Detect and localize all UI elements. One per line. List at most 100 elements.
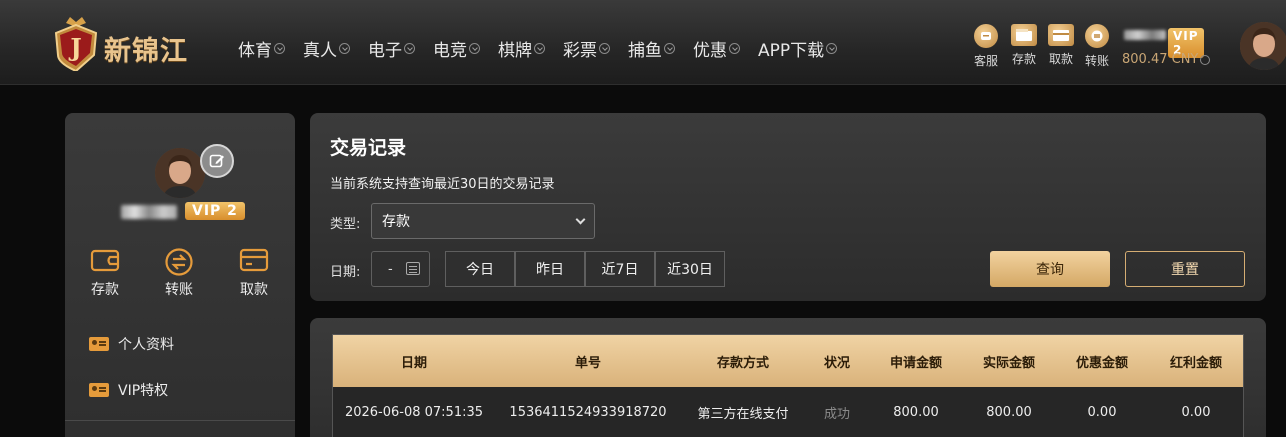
chevron-down-icon (826, 43, 838, 54)
quick-label: 客服 (974, 54, 999, 68)
nav-item-lottery[interactable]: 彩票 (563, 36, 610, 61)
calendar-icon (406, 262, 420, 275)
id-card-icon (89, 337, 109, 351)
chevron-down-icon (469, 43, 480, 54)
table-row: 2026-06-08 07:51:35 1536411524933918720 … (333, 387, 1243, 437)
column-header: 实际金额 (982, 355, 1035, 371)
main-nav: 体育 真人 电子 电竞 棋牌 彩票 捕鱼 优惠 APP下载 (238, 36, 855, 61)
sidebar-action-label: 取款 (240, 282, 268, 298)
nav-item-esports[interactable]: 电竞 (433, 36, 480, 61)
range-7days-button[interactable]: 近7日 (585, 251, 655, 287)
records-table: 日期 单号 存款方式 状况 申请金额 实际金额 优惠金额 红利金额 2026-0… (332, 334, 1244, 437)
avatar-image (155, 148, 205, 198)
nav-item-promotions[interactable]: 优惠 (693, 36, 740, 61)
account-sidebar: VIP 2 存款 转账 取款 个人资料 VIP特权 (65, 113, 295, 437)
chevron-down-icon (599, 43, 610, 54)
query-note: 当前系统支持查询最近30日的交易记录 (330, 177, 555, 192)
nav-item-live[interactable]: 真人 (303, 36, 350, 61)
wallet-balance[interactable]: 800.47 CNY (1122, 52, 1211, 67)
nav-label: 彩票 (563, 41, 597, 61)
sidebar-action-label: 存款 (91, 282, 119, 298)
cell-deposit-method: 第三方在线支付 (697, 406, 789, 422)
date-label: 日期: (330, 265, 361, 280)
chevron-down-icon (404, 43, 415, 54)
column-header: 存款方式 (716, 355, 769, 371)
quick-label: 存款 (1011, 52, 1036, 66)
nav-label: 电子 (368, 41, 402, 61)
nav-item-sports[interactable]: 体育 (238, 36, 285, 61)
brand-name: 新锦江 (104, 36, 188, 67)
sidebar-item-profile[interactable]: 个人资料 (89, 334, 174, 354)
column-header: 红利金额 (1169, 355, 1222, 371)
cell-promo-amount: 0.00 (1087, 404, 1117, 420)
chevron-down-icon (339, 43, 350, 54)
column-header: 申请金额 (889, 355, 942, 371)
vip-badge: VIP 2 (185, 202, 245, 220)
sidebar-withdraw-button[interactable]: 取款 (231, 247, 277, 299)
chevron-down-icon (664, 43, 675, 54)
transaction-query-panel: 交易记录 当前系统支持查询最近30日的交易记录 类型: 存款 日期: - 今日 … (310, 113, 1266, 301)
sidebar-transfer-button[interactable]: 转账 (156, 247, 202, 299)
edit-profile-button[interactable] (200, 144, 234, 178)
range-yesterday-button[interactable]: 昨日 (515, 251, 585, 287)
reset-button[interactable]: 重置 (1125, 251, 1245, 287)
username-blurred (1124, 30, 1166, 40)
nav-label: 电竞 (433, 41, 467, 61)
nav-item-cards[interactable]: 棋牌 (498, 36, 545, 61)
column-header: 日期 (400, 355, 427, 371)
sidebar-divider (65, 420, 295, 421)
search-button[interactable]: 查询 (990, 251, 1110, 287)
card-icon (1048, 24, 1074, 46)
wallet-icon (90, 249, 120, 272)
column-header: 优惠金额 (1075, 355, 1128, 371)
customer-service-icon (974, 24, 998, 48)
transfer-icon (165, 248, 193, 276)
page-title: 交易记录 (330, 137, 407, 159)
nav-label: 优惠 (693, 41, 727, 61)
nav-item-fishing[interactable]: 捕鱼 (628, 36, 675, 61)
avatar (155, 148, 205, 198)
type-label: 类型: (330, 217, 361, 232)
nav-label: 体育 (238, 41, 272, 61)
chevron-down-icon (729, 43, 740, 54)
sidebar-action-label: 转账 (165, 282, 193, 298)
quick-deposit[interactable]: 存款 (1011, 24, 1037, 67)
top-header: J 新锦江 体育 真人 电子 电竞 棋牌 彩票 捕鱼 优惠 APP下载 客服 存… (0, 0, 1286, 85)
cell-order-number: 1536411524933918720 (509, 404, 667, 420)
quick-customer-service[interactable]: 客服 (974, 24, 998, 69)
type-select[interactable]: 存款 (371, 203, 595, 239)
transaction-records-panel: 日期 单号 存款方式 状况 申请金额 实际金额 优惠金额 红利金额 2026-0… (310, 318, 1266, 437)
quick-transfer[interactable]: 转账 (1085, 24, 1109, 69)
chevron-down-icon (575, 214, 586, 225)
sidebar-deposit-button[interactable]: 存款 (82, 247, 128, 299)
nav-item-app-download[interactable]: APP下载 (758, 36, 838, 61)
column-header: 单号 (574, 355, 601, 371)
nav-label: 棋牌 (498, 41, 532, 61)
cell-actual-amount: 800.00 (986, 404, 1032, 420)
table-header: 日期 单号 存款方式 状况 申请金额 实际金额 优惠金额 红利金额 (333, 335, 1243, 387)
balance-value: 800.47 CNY (1122, 52, 1199, 67)
chevron-down-icon (534, 43, 545, 54)
avatar-image (1240, 22, 1286, 70)
nav-label: APP下载 (758, 41, 825, 61)
range-today-button[interactable]: 今日 (445, 251, 515, 287)
nav-label: 真人 (303, 41, 337, 61)
site-logo[interactable]: J 新锦江 (52, 17, 212, 73)
edit-icon (209, 154, 224, 168)
transfer-icon (1085, 24, 1109, 48)
date-range-input[interactable]: - (371, 251, 430, 287)
sidebar-item-vip[interactable]: VIP特权 (89, 380, 168, 400)
date-range-value: - (388, 261, 393, 277)
cell-bonus-amount: 0.00 (1181, 404, 1211, 420)
quick-label: 转账 (1085, 54, 1110, 68)
sidebar-item-label: 个人资料 (118, 337, 174, 353)
wallet-icon (1011, 24, 1037, 46)
range-30days-button[interactable]: 近30日 (655, 251, 725, 287)
cell-date: 2026-06-08 07:51:35 (344, 404, 484, 420)
id-card-icon (89, 383, 109, 397)
avatar[interactable] (1240, 22, 1286, 70)
nav-label: 捕鱼 (628, 41, 662, 61)
quick-withdraw[interactable]: 取款 (1048, 24, 1074, 67)
nav-item-slots[interactable]: 电子 (368, 36, 415, 61)
username-blurred (121, 205, 177, 219)
